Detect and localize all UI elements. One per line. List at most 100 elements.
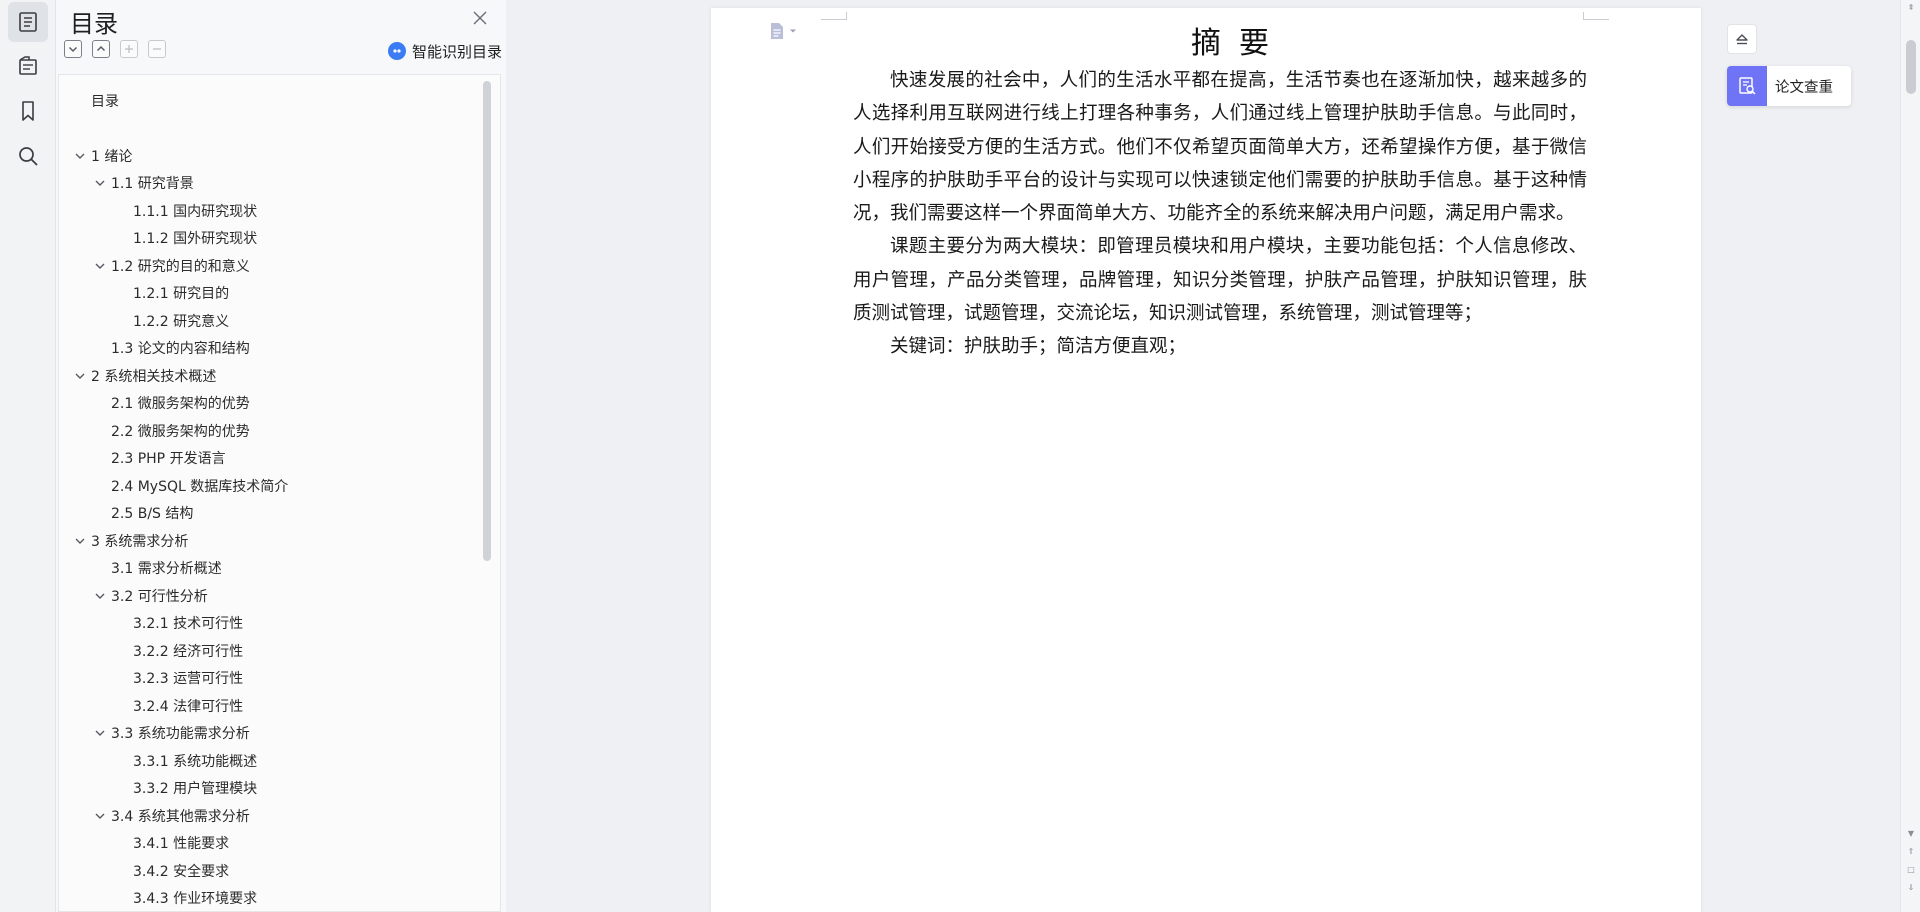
toc-item[interactable]: 1.1 研究背景 [93, 171, 194, 195]
chevron-down-icon[interactable] [93, 726, 107, 740]
abstract-paragraph-2: 课题主要分为两大模块：即管理员模块和用户模块，主要功能包括：个人信息修改、用户管… [853, 236, 1587, 325]
toc-item-label: 3.4.2 安全要求 [133, 863, 230, 880]
toc-item-label: 3.2.4 法律可行性 [133, 698, 244, 715]
toc-item-label: 1.1.2 国外研究现状 [133, 231, 258, 247]
toc-item[interactable]: 3.2.1 技术可行性 [133, 611, 243, 635]
chevron-down-icon[interactable] [93, 259, 107, 273]
toc-item[interactable]: 1.1.2 国外研究现状 [133, 226, 257, 250]
toc-item-label: 3.4.3 作业环境要求 [133, 891, 258, 907]
toc-item[interactable]: 2.4 MySQL 数据库技术简介 [111, 474, 288, 498]
toc-item[interactable]: 3.4.3 作业环境要求 [133, 886, 257, 910]
toc-item-label: 2.2 微服务架构的优势 [111, 423, 250, 440]
document-scrollbar[interactable]: ⇞ ▼ ⇑ □ ⇓ [1900, 0, 1920, 912]
toc-item-label: 3 系统需求分析 [91, 533, 189, 550]
toc-close-button[interactable] [470, 8, 490, 28]
toc-item[interactable]: 目录 [91, 89, 119, 113]
toc-item[interactable]: 2.2 微服务架构的优势 [111, 419, 250, 443]
toc-item-label: 1.1.1 国内研究现状 [133, 203, 258, 220]
toc-item-label: 3.3.2 用户管理模块 [133, 781, 258, 797]
plagiarism-check-icon [1727, 66, 1767, 106]
scrollbar-thumb[interactable] [1906, 40, 1916, 94]
collapse-all-button[interactable] [92, 40, 110, 58]
toc-item-label: 1.2.1 研究目的 [133, 286, 230, 302]
prev-page-icon[interactable]: ⇑ [1901, 844, 1920, 858]
toc-item[interactable]: 3.2 可行性分析 [93, 584, 208, 608]
toc-item[interactable]: 1 绪论 [73, 144, 132, 168]
toc-item[interactable]: 3.2.3 运营可行性 [133, 666, 243, 690]
document-area: 摘要 快速发展的社会中，人们的生活水平都在提高，生活节奏也在逐渐加快，越来越多的… [506, 0, 1900, 912]
bookmark-rail-button[interactable] [8, 91, 48, 131]
toc-item[interactable]: 3.1 需求分析概述 [111, 556, 222, 580]
close-icon [473, 11, 487, 25]
plagiarism-check-button[interactable]: 论文查重 [1727, 66, 1851, 106]
scroll-top-icon[interactable]: ⇞ [1901, 0, 1920, 14]
navigation-icon [19, 56, 37, 75]
smart-toc-button[interactable]: 智能识别目录 [387, 40, 502, 62]
remove-heading-button[interactable] [148, 40, 166, 58]
toc-panel: 目录 智能识别目录 目录 1 绪论 1.1 研究背景 1.1.1 国内研究现状 1.1.… [56, 0, 506, 912]
toc-item[interactable]: 3 系统需求分析 [73, 529, 188, 553]
toc-item[interactable]: 3.4.1 性能要求 [133, 831, 229, 855]
toc-item[interactable]: 2.3 PHP 开发语言 [111, 446, 226, 470]
toc-item-label: 3.2.2 经济可行性 [133, 643, 244, 660]
chevron-down-icon[interactable] [93, 809, 107, 823]
plagiarism-check-label: 论文查重 [1775, 79, 1833, 96]
scroll-down-icon[interactable]: ▼ [1901, 826, 1920, 840]
toc-item-label: 2.3 PHP 开发语言 [111, 451, 226, 467]
chevron-down-icon[interactable] [73, 369, 87, 383]
toc-icon [19, 12, 37, 32]
toc-item[interactable]: 1.2.2 研究意义 [133, 309, 229, 333]
toc-item[interactable]: 2.1 微服务架构的优势 [111, 391, 250, 415]
toc-item[interactable]: 3.2.2 经济可行性 [133, 639, 243, 663]
toc-item[interactable]: 3.3.1 系统功能概述 [133, 749, 257, 773]
toc-rail-button[interactable] [8, 2, 48, 42]
toc-item-label: 3.4 系统其他需求分析 [111, 808, 250, 825]
toc-item-label: 1 绪论 [91, 148, 133, 165]
toc-item[interactable]: 1.3 论文的内容和结构 [111, 336, 250, 360]
toc-item[interactable]: 3.3 系统功能需求分析 [93, 721, 250, 745]
bookmark-icon [22, 101, 34, 121]
document-body: 快速发展的社会中，人们的生活水平都在提高，生活节奏也在逐渐加快，越来越多的人选择… [853, 64, 1587, 364]
toc-item-label: 2 系统相关技术概述 [91, 368, 217, 385]
toc-item[interactable]: 1.1.1 国内研究现状 [133, 199, 257, 223]
toc-list: 目录 1 绪论 1.1 研究背景 1.1.1 国内研究现状 1.1.2 国外研究现状 1.… [58, 74, 501, 912]
minus-icon [153, 48, 161, 50]
toc-item-label: 3.1 需求分析概述 [111, 561, 222, 577]
plus-icon [125, 45, 133, 53]
eject-icon [1736, 34, 1748, 45]
keywords-paragraph: 关键词：护肤助手；简洁方便直观； [890, 336, 1187, 358]
collapse-float-button[interactable] [1727, 24, 1757, 54]
page-select-icon[interactable]: □ [1901, 862, 1920, 876]
toc-item[interactable]: 1.2.1 研究目的 [133, 281, 229, 305]
next-page-icon[interactable]: ⇓ [1901, 880, 1920, 894]
toc-item-label: 3.2.3 运营可行性 [133, 671, 244, 687]
toc-item[interactable]: 3.3.2 用户管理模块 [133, 776, 257, 800]
add-heading-button[interactable] [120, 40, 138, 58]
toc-item-label: 1.3 论文的内容和结构 [111, 341, 250, 357]
toc-item-label: 1.1 研究背景 [111, 176, 194, 192]
toc-item-label: 3.4.1 性能要求 [133, 836, 230, 852]
toc-item[interactable]: 2.5 B/S 结构 [111, 501, 193, 525]
toc-item[interactable]: 2 系统相关技术概述 [73, 364, 216, 388]
expand-all-button[interactable] [64, 40, 82, 58]
document-page: 摘要 快速发展的社会中，人们的生活水平都在提高，生活节奏也在逐渐加快，越来越多的… [711, 8, 1701, 912]
abstract-paragraph-1: 快速发展的社会中，人们的生活水平都在提高，生活节奏也在逐渐加快，越来越多的人选择… [853, 70, 1587, 225]
chevron-up-icon [96, 45, 106, 52]
chevron-down-icon[interactable] [93, 589, 107, 603]
toc-item-label: 2.5 B/S 结构 [111, 506, 194, 522]
search-icon [19, 147, 38, 166]
toc-item[interactable]: 3.4.2 安全要求 [133, 859, 229, 883]
search-rail-button[interactable] [8, 136, 48, 176]
left-icon-rail [0, 0, 56, 912]
toc-toolbar [64, 40, 166, 62]
chevron-down-icon[interactable] [73, 534, 87, 548]
toc-item[interactable]: 3.4 系统其他需求分析 [93, 804, 250, 828]
ai-icon [387, 42, 406, 60]
toc-item[interactable]: 1.2 研究的目的和意义 [93, 254, 250, 278]
toc-item[interactable]: 3.2.4 法律可行性 [133, 694, 243, 718]
toc-item-label: 3.3 系统功能需求分析 [111, 726, 250, 742]
navigation-rail-button[interactable] [8, 46, 48, 86]
toc-scrollbar[interactable] [483, 81, 491, 561]
chevron-down-icon[interactable] [93, 176, 107, 190]
chevron-down-icon[interactable] [73, 149, 87, 163]
